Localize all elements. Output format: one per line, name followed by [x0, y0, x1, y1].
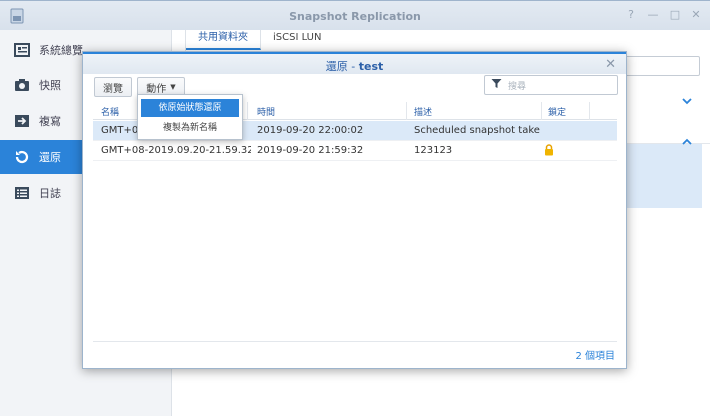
restore-icon [14, 149, 30, 165]
menu-item-clone-new-name[interactable]: 複製為新名稱 [141, 119, 239, 137]
column-divider [589, 102, 590, 120]
chevron-down-icon[interactable] [682, 94, 692, 108]
dialog-header: 還原 - test ✕ [83, 52, 626, 74]
help-icon[interactable]: ? [624, 8, 638, 22]
column-time[interactable]: 時間 [257, 105, 275, 118]
caret-down-icon: ▼ [170, 83, 176, 91]
dialog-close-icon[interactable]: ✕ [605, 57, 616, 72]
column-divider [406, 102, 407, 120]
action-dropdown-menu: 依原始狀態還原 複製為新名稱 [137, 94, 243, 140]
column-name[interactable]: 名稱 [101, 105, 119, 118]
minimize-icon[interactable]: — [646, 8, 660, 22]
close-icon[interactable]: ✕ [689, 8, 703, 22]
column-divider [541, 102, 542, 120]
sidebar-item-label: 快照 [39, 79, 61, 92]
maximize-icon[interactable]: □ [668, 8, 682, 22]
menu-item-restore-original[interactable]: 依原始狀態還原 [141, 99, 239, 117]
search-input[interactable]: 搜尋 [484, 75, 618, 95]
dialog-footer: 2 個項目 [93, 341, 617, 362]
row-description: 123123 [414, 145, 453, 156]
tab-iscsi-lun[interactable]: iSCSI LUN [261, 30, 333, 50]
background-list-row-selected[interactable] [627, 144, 702, 208]
table-row[interactable]: GMT+08-2019.09.20-21.59.32 2019-09-20 21… [93, 141, 617, 161]
sidebar-item-label: 複寫 [39, 115, 61, 128]
sidebar-item-label: 還原 [39, 151, 61, 164]
sidebar-item-label: 系統總覽 [39, 44, 83, 57]
column-lock[interactable]: 鎖定 [548, 105, 566, 118]
replication-icon [14, 113, 30, 129]
dialog-title: 還原 - test [325, 60, 384, 73]
item-count: 2 個項目 [575, 351, 615, 362]
tab-shared-folder[interactable]: 共用資料夾 [186, 30, 261, 50]
tab-bar: 共用資料夾 iSCSI LUN [185, 30, 333, 52]
chevron-up-icon[interactable] [682, 134, 692, 148]
sidebar-item-label: 日誌 [39, 187, 61, 200]
browse-button[interactable]: 瀏覽 [94, 77, 132, 97]
column-divider [247, 102, 248, 120]
filter-icon [491, 78, 502, 92]
row-time: 2019-09-20 21:59:32 [257, 145, 364, 156]
overview-icon [14, 42, 30, 58]
row-name: GMT+08-2019.09.20-21.59.32 [101, 145, 251, 156]
window-titlebar: Snapshot Replication ? — □ ✕ [0, 0, 710, 30]
action-button-label: 動作 [146, 83, 167, 95]
row-description: Scheduled snapshot take... [414, 125, 540, 136]
lock-icon [544, 144, 554, 159]
row-time: 2019-09-20 22:00:02 [257, 125, 364, 136]
camera-icon [14, 77, 30, 93]
column-description[interactable]: 描述 [414, 105, 432, 118]
background-list-row[interactable] [627, 113, 710, 144]
log-icon [14, 185, 30, 201]
search-placeholder: 搜尋 [508, 81, 527, 92]
window-title: Snapshot Replication [289, 10, 421, 23]
